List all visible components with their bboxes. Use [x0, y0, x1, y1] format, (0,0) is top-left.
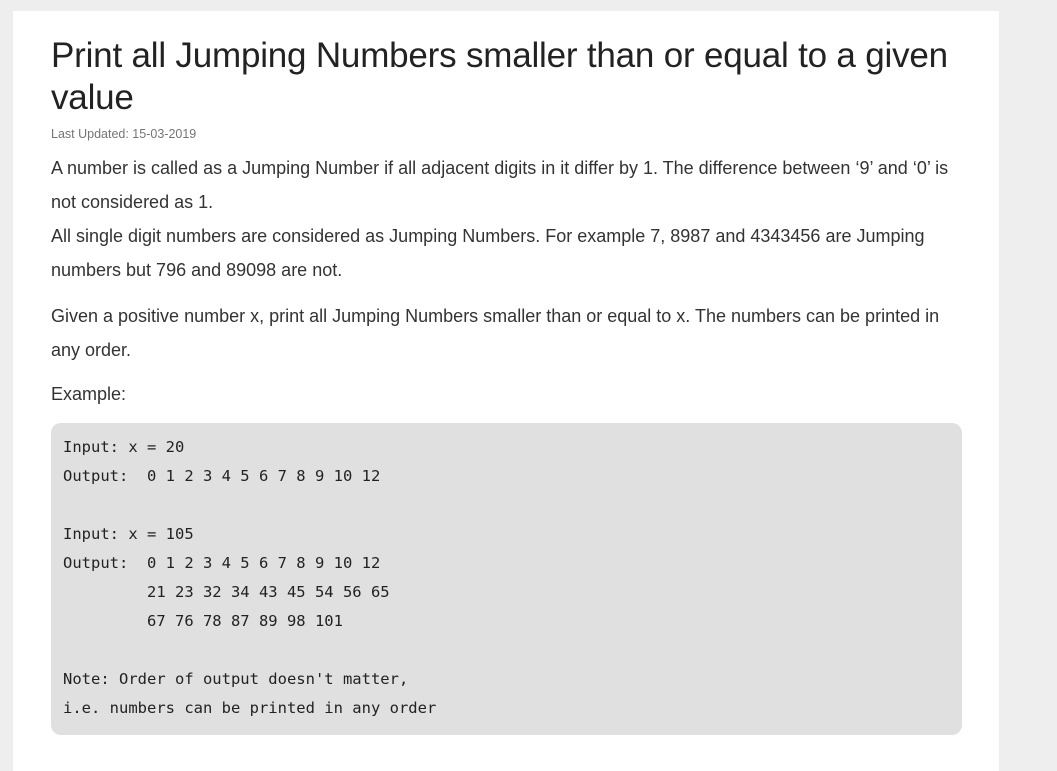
example-code-block: Input: x = 20 Output: 0 1 2 3 4 5 6 7 8 … — [51, 423, 962, 735]
article-content: Print all Jumping Numbers smaller than o… — [51, 35, 966, 735]
code-line: Input: x = 105 — [63, 525, 194, 543]
intro-sentence-2: All single digit numbers are considered … — [51, 226, 925, 280]
problem-statement: Given a positive number x, print all Jum… — [51, 306, 940, 360]
code-line: Output: 0 1 2 3 4 5 6 7 8 9 10 12 — [63, 554, 381, 572]
code-line: 21 23 32 34 43 45 54 56 65 — [63, 583, 390, 601]
code-line: 67 76 78 87 89 98 101 — [63, 612, 343, 630]
last-updated: Last Updated: 15-03-2019 — [51, 127, 197, 141]
intro-paragraph: A number is called as a Jumping Number i… — [51, 151, 966, 287]
article-title: Print all Jumping Numbers smaller than o… — [51, 36, 948, 117]
example-label: Example: — [51, 384, 127, 404]
article-card: Print all Jumping Numbers smaller than o… — [13, 11, 999, 771]
code-line: Output: 0 1 2 3 4 5 6 7 8 9 10 12 — [63, 467, 381, 485]
code-line: Note: Order of output doesn't matter, — [63, 670, 409, 688]
intro-sentence-1: A number is called as a Jumping Number i… — [51, 158, 949, 212]
code-line: Input: x = 20 — [63, 438, 185, 456]
code-line: i.e. numbers can be printed in any order — [63, 699, 437, 717]
